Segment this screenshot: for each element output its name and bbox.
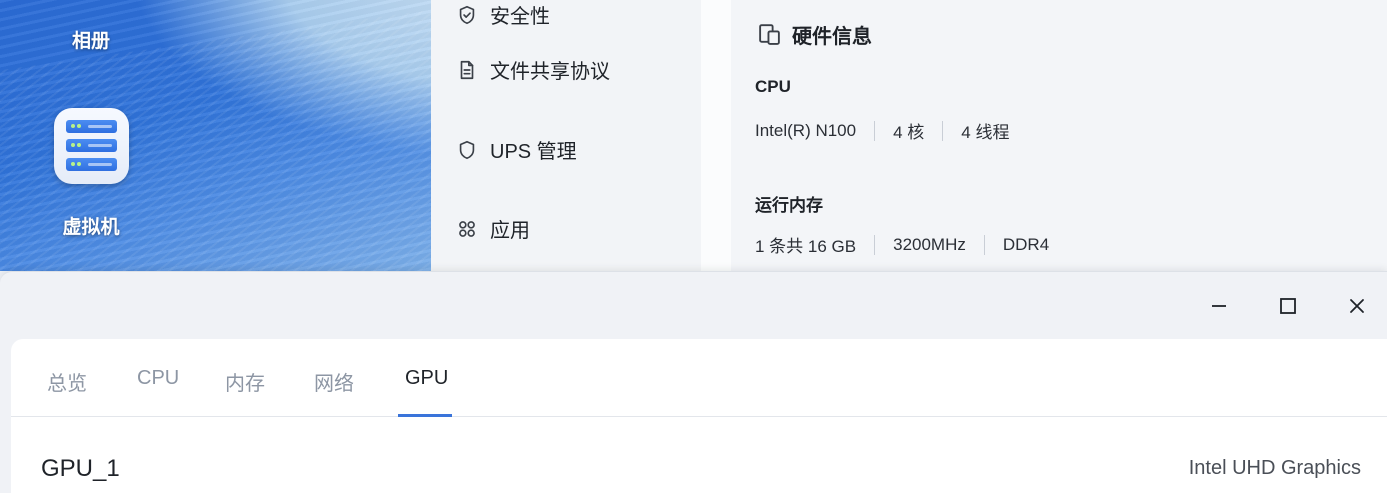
maximize-icon — [1280, 298, 1296, 314]
separator — [874, 120, 876, 141]
tab-network[interactable]: 网络 — [314, 367, 354, 396]
gpu-model: Intel UHD Graphics — [1188, 457, 1361, 479]
hardware-info-title-text: 硬件信息 — [792, 26, 872, 48]
memory-speed: 3200MHz — [893, 234, 966, 254]
gpu-name: GPU_1 — [41, 455, 120, 482]
menu-item-security[interactable]: 安全性 — [456, 0, 550, 29]
cpu-threads: 4 线程 — [961, 123, 1010, 142]
menu-item-apps[interactable]: 应用 — [456, 214, 530, 243]
active-tab-indicator — [398, 414, 452, 417]
panel-divider — [701, 0, 731, 271]
cpu-section-label: CPU — [755, 77, 791, 96]
cpu-model: Intel(R) N100 — [755, 120, 857, 140]
menu-item-label: 安全性 — [490, 6, 550, 28]
hardware-info-title: 硬件信息 — [757, 20, 872, 49]
tab-cpu[interactable]: CPU — [137, 367, 179, 390]
menu-item-label: UPS 管理 — [490, 141, 577, 163]
desktop-wallpaper: 相册 虚拟机 — [0, 0, 431, 271]
memory-modules: 1 条共 16 GB — [755, 237, 857, 256]
devices-icon — [759, 24, 780, 45]
close-button[interactable] — [1341, 290, 1373, 322]
hardware-info-panel: 硬件信息 CPU Intel(R) N100 4 核 4 线程 运行内存 1 条… — [731, 0, 1387, 271]
menu-item-label: 文件共享协议 — [490, 61, 610, 83]
tab-overview[interactable]: 总览 — [47, 367, 87, 396]
desktop-icon-album-label[interactable]: 相册 — [31, 26, 151, 53]
menu-item-label: 应用 — [490, 220, 530, 242]
settings-menu: 安全性 文件共享协议 UPS 管理 应用 — [431, 0, 701, 271]
minimize-button[interactable] — [1203, 290, 1235, 322]
server-stack-icon[interactable] — [54, 108, 129, 184]
memory-details: 1 条共 16 GB 3200MHz DDR4 — [755, 232, 1049, 257]
document-icon — [460, 60, 474, 79]
resource-monitor-window: 总览 CPU 内存 网络 GPU GPU_1 Intel UHD Graphic… — [0, 271, 1387, 493]
separator — [874, 234, 876, 255]
cpu-cores: 4 核 — [893, 123, 925, 142]
shield-icon — [459, 140, 475, 159]
apps-grid-icon — [459, 220, 475, 237]
memory-type: DDR4 — [1002, 234, 1050, 254]
menu-item-file-sharing[interactable]: 文件共享协议 — [456, 55, 610, 84]
separator — [942, 120, 944, 141]
memory-section-label: 运行内存 — [755, 196, 823, 215]
tab-gpu[interactable]: GPU — [405, 367, 448, 390]
window-content: 总览 CPU 内存 网络 GPU GPU_1 Intel UHD Graphic… — [11, 339, 1387, 493]
close-icon — [1350, 299, 1364, 313]
minimize-icon — [1212, 305, 1226, 307]
tab-memory[interactable]: 内存 — [225, 367, 265, 396]
cpu-details: Intel(R) N100 4 核 4 线程 — [755, 118, 1009, 143]
menu-item-ups[interactable]: UPS 管理 — [456, 135, 577, 164]
tab-bar: 总览 CPU 内存 网络 GPU — [11, 339, 1387, 417]
maximize-button[interactable] — [1272, 290, 1304, 322]
separator — [983, 234, 985, 255]
shield-check-icon — [459, 5, 475, 24]
desktop-icon-vm-label[interactable]: 虚拟机 — [31, 212, 151, 239]
